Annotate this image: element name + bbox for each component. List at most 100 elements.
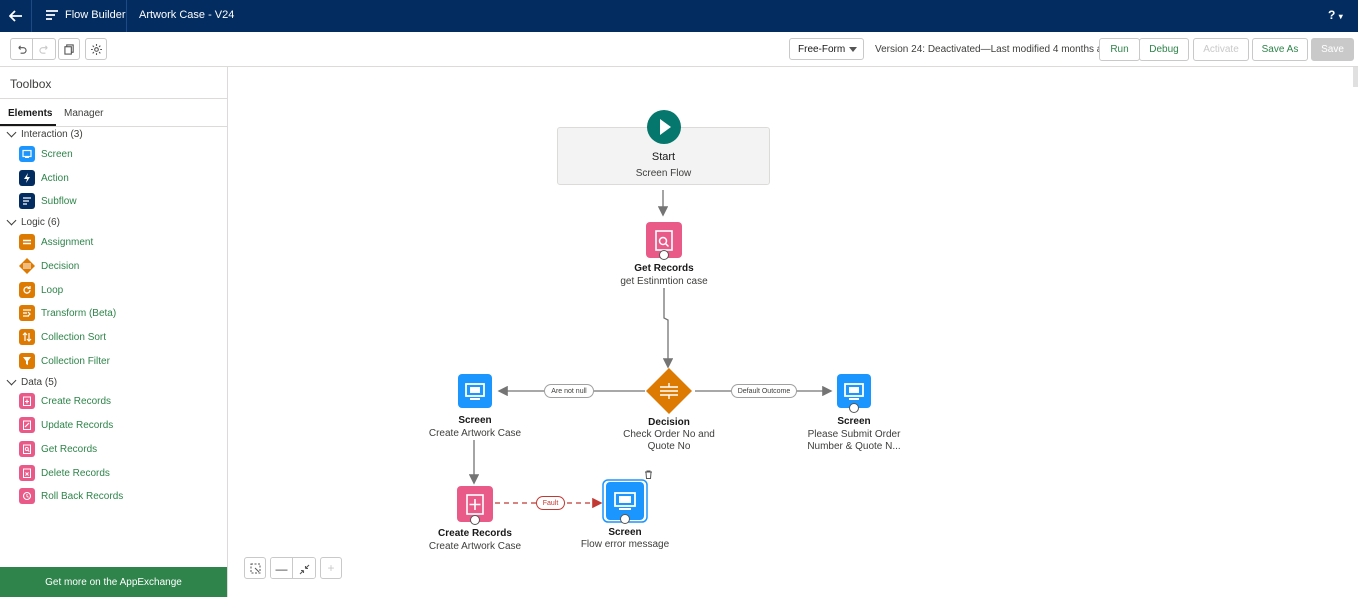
- toolbox-item-roll-back-records[interactable]: Roll Back Records: [19, 488, 123, 504]
- subflow-icon: [19, 193, 35, 209]
- play-icon[interactable]: [646, 109, 682, 145]
- tab-manager[interactable]: Manager: [64, 108, 103, 119]
- category-interaction[interactable]: Interaction (3): [6, 127, 83, 140]
- zoom-group: —: [270, 557, 316, 579]
- version-status: Version 24: Deactivated—Last modified 4 …: [875, 44, 1114, 55]
- layout-mode-value: Free-Form: [798, 43, 846, 55]
- start-title: Start: [651, 151, 676, 163]
- create-records-title: Create Records: [438, 528, 512, 539]
- toolbox-item-decision[interactable]: Decision: [19, 258, 79, 274]
- toolbox-title: Toolbox: [10, 77, 52, 91]
- select-elements-button[interactable]: [244, 557, 266, 579]
- start-subtitle: Screen Flow: [635, 168, 692, 179]
- toolbox-item-label: Collection Filter: [41, 355, 110, 367]
- toolbox-item-loop[interactable]: Loop: [19, 282, 63, 298]
- save-as-button[interactable]: Save As: [1252, 38, 1308, 61]
- back-button[interactable]: [0, 0, 32, 32]
- undo-redo-group: [10, 38, 56, 60]
- toolbox-item-action[interactable]: Action: [19, 170, 69, 186]
- screen-node-icon[interactable]: [837, 374, 871, 414]
- activate-button[interactable]: Activate: [1193, 38, 1249, 61]
- appexchange-link[interactable]: Get more on the AppExchange: [0, 567, 227, 597]
- toolbox-item-create-records[interactable]: Create Records: [19, 393, 111, 409]
- gear-icon: [90, 43, 102, 55]
- toolbar: Free-Form Version 24: Deactivated—Last m…: [0, 32, 1358, 67]
- toolbox-tabs: Elements Manager: [0, 99, 227, 127]
- trash-icon[interactable]: [644, 470, 653, 479]
- get-records-title: Get Records: [634, 263, 694, 274]
- toolbox-item-subflow[interactable]: Subflow: [19, 193, 77, 209]
- toolbox-item-update-records[interactable]: Update Records: [19, 417, 113, 433]
- save-button[interactable]: Save: [1311, 38, 1354, 61]
- screen-right-title: Screen: [837, 416, 871, 427]
- app-name: Flow Builder: [65, 9, 126, 21]
- sort-icon: [19, 329, 35, 345]
- redo-icon: [38, 44, 48, 54]
- chevron-down-icon: [6, 375, 17, 386]
- toolbox-item-label: Collection Sort: [41, 331, 107, 343]
- toolbox-item-label: Action: [41, 172, 69, 184]
- loop-icon: [19, 282, 35, 298]
- toolbox-item-collection-sort[interactable]: Collection Sort: [19, 329, 106, 345]
- toolbox-item-label: Get Records: [41, 443, 98, 455]
- toolbox-item-delete-records[interactable]: Delete Records: [19, 465, 110, 481]
- active-tab-indicator: [0, 124, 56, 126]
- toolbox-panel: Toolbox Elements Manager Interaction (3)…: [0, 67, 228, 597]
- toolbox-item-collection-filter[interactable]: Collection Filter: [19, 353, 110, 369]
- selection-icon: [250, 563, 260, 573]
- toolbox-item-label: Decision: [41, 260, 80, 272]
- toolbox-item-transform[interactable]: Transform (Beta): [19, 305, 116, 321]
- edge-label-are-not-null[interactable]: Are not null: [544, 384, 594, 398]
- vertical-scrollbar[interactable]: [1353, 67, 1358, 87]
- zoom-in-button[interactable]: +: [320, 557, 342, 579]
- edge-label-fault[interactable]: Fault: [536, 496, 565, 510]
- flow-builder-icon: [46, 10, 58, 20]
- canvas-controls: — +: [244, 557, 342, 579]
- undo-button[interactable]: [11, 39, 33, 59]
- decision-title: Decision: [648, 417, 690, 428]
- toolbox-item-label: Roll Back Records: [41, 490, 124, 502]
- run-button[interactable]: Run: [1099, 38, 1140, 61]
- settings-button[interactable]: [85, 38, 107, 60]
- undo-icon: [18, 44, 27, 54]
- help-button[interactable]: ? ▾: [1328, 8, 1343, 22]
- toolbox-item-label: Screen: [41, 148, 73, 160]
- top-bar: Flow Builder Artwork Case - V24 ? ▾: [0, 0, 1358, 32]
- get-records-icon[interactable]: [646, 222, 682, 260]
- minus-icon: —: [275, 562, 288, 576]
- redo-button[interactable]: [33, 39, 55, 59]
- lightning-icon: [19, 170, 35, 186]
- toolbox-item-label: Delete Records: [41, 467, 110, 479]
- toolbox-item-assignment[interactable]: Assignment: [19, 234, 93, 250]
- debug-button[interactable]: Debug: [1139, 38, 1189, 61]
- tab-elements[interactable]: Elements: [8, 108, 52, 119]
- toolbox-item-get-records[interactable]: Get Records: [19, 441, 97, 457]
- get-records-subtitle: get Estinmtion case: [620, 276, 708, 287]
- delete-records-icon: [19, 465, 35, 481]
- get-records-icon: [19, 441, 35, 457]
- copy-button[interactable]: [58, 38, 80, 60]
- category-data[interactable]: Data (5): [6, 375, 57, 388]
- edge-label-default-outcome[interactable]: Default Outcome: [731, 384, 797, 398]
- create-records-node-icon[interactable]: [457, 486, 493, 526]
- copy-icon: [63, 43, 74, 55]
- assignment-icon: [19, 234, 35, 250]
- toolbox-item-screen[interactable]: Screen: [19, 146, 73, 162]
- flow-canvas[interactable]: [228, 67, 1358, 597]
- toolbox-item-label: Transform (Beta): [41, 307, 117, 319]
- chevron-down-icon: [849, 47, 857, 52]
- help-icon: ?: [1328, 8, 1336, 22]
- screen-node-icon-selected[interactable]: [601, 478, 649, 526]
- back-arrow-icon: [8, 10, 22, 22]
- screen-left-title: Screen: [458, 415, 492, 426]
- toolbox-item-label: Create Records: [41, 395, 112, 407]
- decision-node-icon[interactable]: [646, 368, 692, 414]
- create-records-icon: [19, 393, 35, 409]
- plus-icon: +: [327, 561, 335, 575]
- fit-view-button[interactable]: [293, 558, 315, 578]
- category-logic[interactable]: Logic (6): [6, 215, 60, 228]
- screen-node-icon[interactable]: [458, 374, 492, 408]
- zoom-out-button[interactable]: —: [271, 558, 293, 578]
- divider: [126, 0, 127, 32]
- layout-mode-select[interactable]: Free-Form: [789, 38, 864, 60]
